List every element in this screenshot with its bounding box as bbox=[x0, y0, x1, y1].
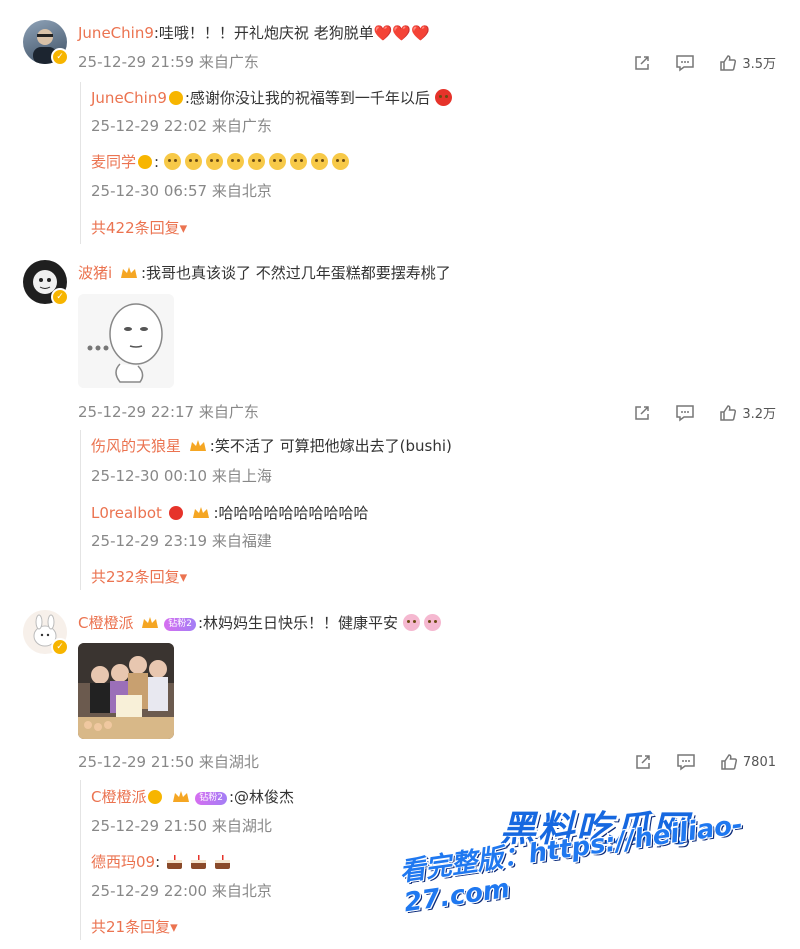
fan-badge: 钻粉2 bbox=[195, 792, 227, 805]
reply-meta: 25-12-30 06:57 来自北京 bbox=[91, 182, 272, 200]
share-button[interactable] bbox=[633, 404, 651, 422]
reply-user[interactable]: 伤风的天狼星 bbox=[91, 437, 181, 455]
comment-icon bbox=[676, 54, 695, 71]
cake-emoji bbox=[214, 855, 230, 869]
comment-icon bbox=[676, 404, 695, 421]
comment-meta: 25-12-29 22:17 来自广东 bbox=[78, 403, 259, 421]
crown-icon bbox=[142, 617, 159, 628]
share-icon bbox=[635, 55, 650, 70]
reply-text: :笑不活了 可算把他嫁出去了(bushi) bbox=[209, 437, 452, 455]
verified-icon: ✓ bbox=[51, 638, 69, 656]
comment-user[interactable]: C橙橙派 bbox=[78, 614, 133, 632]
cake-emoji bbox=[166, 855, 182, 869]
more-replies-label: 共422条回复 bbox=[91, 219, 180, 237]
avatar[interactable]: ✓ bbox=[23, 20, 69, 66]
reply-user[interactable]: 麦同学 bbox=[91, 153, 136, 171]
crown-icon bbox=[173, 791, 190, 802]
reply-meta: 25-12-30 00:10 来自上海 bbox=[91, 467, 272, 485]
blessing-emoji bbox=[402, 614, 420, 631]
reply-user[interactable]: JuneChin9 bbox=[91, 89, 167, 107]
comment-button[interactable] bbox=[675, 54, 695, 72]
more-replies-link[interactable]: 共21条回复▾ bbox=[91, 917, 178, 937]
comment-meta: 25-12-29 21:50 来自湖北 bbox=[78, 753, 259, 771]
chevron-down-icon: ▾ bbox=[179, 568, 188, 586]
like-icon bbox=[720, 54, 737, 71]
emoji bbox=[289, 153, 307, 170]
reply-meta: 25-12-29 22:02 来自广东 bbox=[91, 117, 272, 135]
like-count: 7801 bbox=[742, 754, 776, 770]
blessing-emoji bbox=[423, 614, 441, 631]
comment-icon bbox=[677, 754, 695, 771]
share-icon bbox=[635, 405, 650, 420]
avatar[interactable]: ✓ bbox=[23, 610, 69, 656]
like-icon bbox=[721, 754, 737, 770]
emoji bbox=[205, 153, 223, 170]
comment-text: :林妈妈生日快乐！！健康平安 bbox=[198, 614, 399, 632]
reply-text: : bbox=[154, 153, 160, 171]
verified-icon: ✓ bbox=[51, 48, 69, 66]
emoji bbox=[184, 153, 202, 170]
sunglasses-emoji bbox=[434, 89, 452, 106]
like-button[interactable]: 3.2万 bbox=[719, 403, 776, 422]
reply-user[interactable]: C橙橙派 bbox=[91, 788, 146, 806]
emoji bbox=[268, 153, 286, 170]
comment-image[interactable] bbox=[78, 643, 174, 739]
emoji bbox=[226, 153, 244, 170]
comment-meta: 25-12-29 21:59 来自广东 bbox=[78, 53, 259, 71]
more-replies-link[interactable]: 共232条回复▾ bbox=[91, 567, 187, 587]
reply-user[interactable]: L0realbot bbox=[91, 504, 162, 522]
emoji bbox=[247, 153, 265, 170]
verified-icon bbox=[168, 91, 183, 105]
comment-text: :哇哦！！！开礼炮庆祝 老狗脱单 bbox=[153, 24, 374, 42]
emoji bbox=[331, 153, 349, 170]
reply-meta: 25-12-29 22:00 来自北京 bbox=[91, 882, 272, 900]
crown-icon bbox=[193, 507, 210, 518]
heart-emoji: ❤️❤️❤️ bbox=[373, 24, 430, 42]
like-count: 3.5万 bbox=[742, 57, 776, 72]
comment-text: :我哥也真该谈了 不然过几年蛋糕都要摆寿桃了 bbox=[140, 264, 451, 282]
reply-meta: 25-12-29 23:19 来自福建 bbox=[91, 532, 272, 550]
like-icon bbox=[720, 404, 737, 421]
more-replies-label: 共232条回复 bbox=[91, 568, 180, 586]
like-button[interactable]: 7801 bbox=[720, 753, 776, 771]
reply-meta: 25-12-29 21:50 来自湖北 bbox=[91, 817, 272, 835]
comment-button[interactable] bbox=[676, 753, 696, 771]
crown-icon bbox=[189, 440, 206, 451]
reply-text: :@林俊杰 bbox=[229, 788, 295, 806]
chevron-down-icon: ▾ bbox=[179, 219, 188, 237]
more-replies-link[interactable]: 共422条回复▾ bbox=[91, 218, 187, 238]
crown-icon bbox=[120, 267, 137, 278]
share-icon bbox=[636, 755, 650, 769]
comment-user[interactable]: JuneChin9 bbox=[78, 24, 154, 42]
verified-icon bbox=[138, 155, 153, 169]
chevron-down-icon: ▾ bbox=[170, 918, 178, 936]
reply-text: : bbox=[155, 853, 161, 871]
share-button[interactable] bbox=[634, 753, 652, 771]
reply-text: :感谢你没让我的祝福等到一千年以后 bbox=[184, 89, 430, 107]
fan-badge: 钻粉2 bbox=[164, 618, 196, 631]
verified-icon bbox=[148, 790, 163, 804]
emoji bbox=[310, 153, 328, 170]
reply-list: 伤风的天狼星 :笑不活了 可算把他嫁出去了(bushi) 25-12-30 00… bbox=[80, 430, 721, 590]
verified-icon bbox=[168, 506, 183, 520]
like-count: 3.2万 bbox=[742, 407, 776, 422]
comment-button[interactable] bbox=[675, 404, 695, 422]
like-button[interactable]: 3.5万 bbox=[719, 53, 776, 72]
comment-image[interactable] bbox=[78, 294, 174, 388]
reply-list: C橙橙派 钻粉2:@林俊杰 25-12-29 21:50 来自湖北 德西玛09:… bbox=[80, 780, 721, 940]
more-replies-label: 共21条回复 bbox=[91, 918, 171, 936]
verified-icon: ✓ bbox=[51, 288, 69, 306]
comment-user[interactable]: 波猪i bbox=[78, 264, 112, 282]
share-button[interactable] bbox=[633, 54, 651, 72]
reply-text: :哈哈哈哈哈哈哈哈哈哈 bbox=[213, 504, 369, 522]
avatar[interactable]: ✓ bbox=[23, 260, 69, 306]
reply-list: JuneChin9 :感谢你没让我的祝福等到一千年以后 25-12-29 22:0… bbox=[80, 82, 721, 244]
emoji bbox=[163, 153, 181, 170]
cake-emoji bbox=[190, 855, 206, 869]
reply-user[interactable]: 德西玛09 bbox=[91, 853, 155, 871]
